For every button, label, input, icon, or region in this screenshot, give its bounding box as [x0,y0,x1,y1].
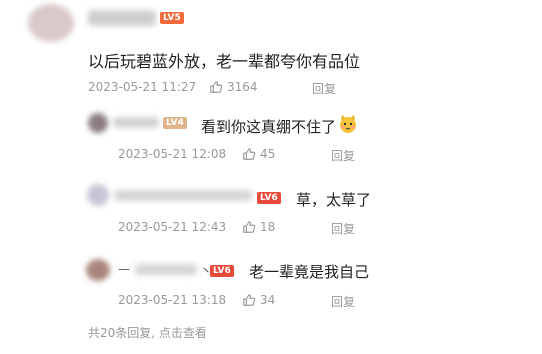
username-redacted[interactable] [114,190,252,201]
avatar[interactable] [86,259,110,281]
avatar[interactable] [28,4,74,42]
thumbs-up-icon [242,293,256,307]
reply-button[interactable]: 回复 [331,147,355,164]
like-button[interactable]: 45 [242,147,275,161]
username-redacted[interactable] [113,117,159,128]
cat-face-emoji-icon [338,114,358,138]
reply-text: 老一辈竟是我自己 [249,263,370,281]
username-prefix: — [118,262,130,276]
reply-timestamp: 2023-05-21 13:18 [118,293,227,307]
thumbs-up-icon [242,220,256,234]
like-button[interactable]: 34 [242,293,275,307]
username-redacted[interactable] [135,264,197,275]
comment-timestamp: 2023-05-21 11:27 [88,80,197,94]
like-button[interactable]: 3164 [209,80,258,94]
username-redacted[interactable] [88,10,156,26]
thumbs-up-icon [242,147,256,161]
reply-button[interactable]: 回复 [331,293,355,310]
like-count: 3164 [227,80,258,94]
reply-text: 草，太草了 [296,191,372,209]
reply-button[interactable]: 回复 [312,80,336,97]
avatar[interactable] [88,113,108,133]
reply-text: 看到你这真绷不住了 [201,117,337,136]
level-badge: LV4 [163,117,187,129]
level-badge: LV6 [210,265,234,277]
like-count: 45 [260,147,276,161]
level-badge: LV5 [160,12,184,24]
view-all-replies-link[interactable]: 共20条回复, 点击查看 [88,324,207,341]
like-count: 34 [260,293,276,307]
level-badge: LV6 [257,192,281,204]
like-count: 18 [260,220,276,234]
reply-button[interactable]: 回复 [331,220,355,237]
thumbs-up-icon [209,80,223,94]
reply-timestamp: 2023-05-21 12:43 [118,220,227,234]
reply-timestamp: 2023-05-21 12:08 [118,147,227,161]
comment-text: 以后玩碧蓝外放，老一辈都夸你有品位 [88,52,361,71]
like-button[interactable]: 18 [242,220,275,234]
avatar[interactable] [87,184,109,206]
